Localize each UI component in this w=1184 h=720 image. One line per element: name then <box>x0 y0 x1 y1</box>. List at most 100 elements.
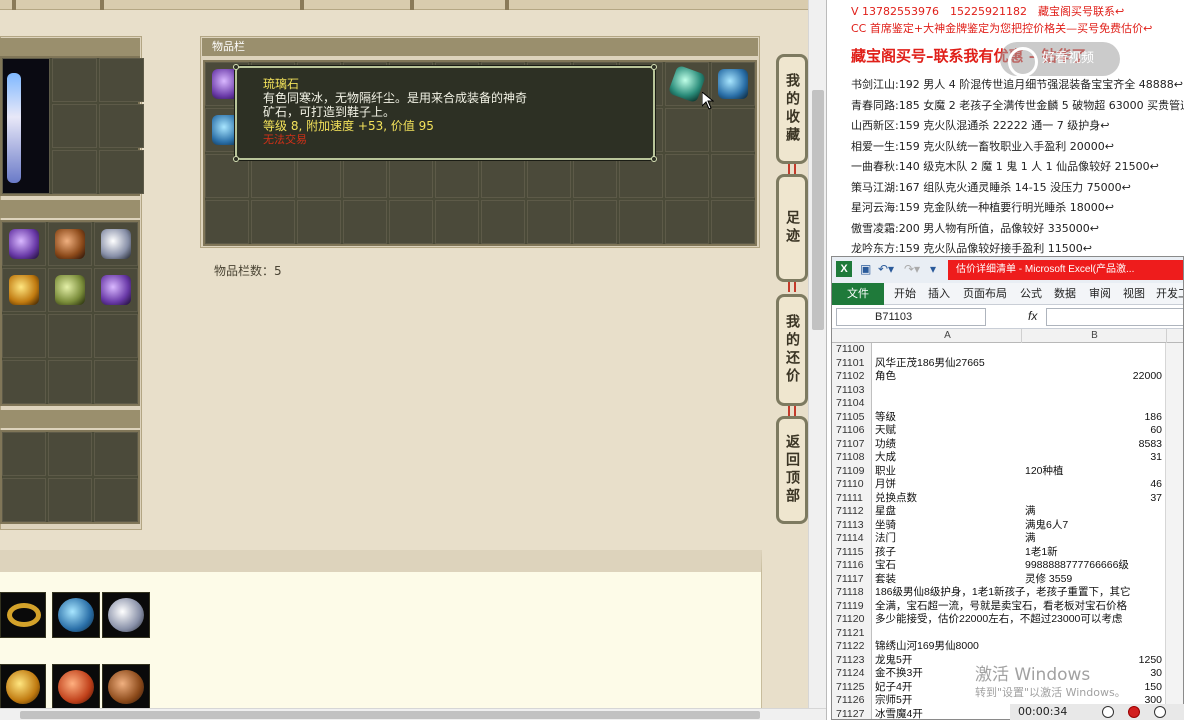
sheet-row[interactable]: 71103 <box>832 383 1183 397</box>
sheet-row[interactable]: 71119 全满，宝石超一流，号就是卖宝石，看老板对宝石价格 <box>832 599 1183 614</box>
equip-slot[interactable] <box>52 58 97 102</box>
sheet-row[interactable]: 71100 <box>832 343 1183 357</box>
inventory-slot[interactable] <box>619 200 663 244</box>
page-vertical-scrollbar[interactable] <box>808 0 826 708</box>
inventory-slot[interactable] <box>711 200 755 244</box>
name-box[interactable]: B71103 <box>836 308 986 326</box>
equip-slot[interactable] <box>2 478 46 522</box>
cell-b-text[interactable]: 满 <box>1025 505 1036 519</box>
helmet-icon[interactable] <box>2 268 46 312</box>
row-number[interactable]: 71112 <box>832 505 872 519</box>
undo-icon[interactable]: ↶▾ <box>878 262 894 276</box>
equip-slot[interactable] <box>99 104 144 148</box>
cell-b-number[interactable]: 31 <box>1150 451 1162 465</box>
row-number[interactable]: 71111 <box>832 491 872 505</box>
equip-slot[interactable] <box>52 150 97 194</box>
equip-slot[interactable] <box>2 360 46 404</box>
my-favorites-button[interactable]: 我的收藏 <box>776 54 808 164</box>
row-number[interactable]: 71127 <box>832 707 872 719</box>
inventory-slot[interactable] <box>711 154 755 198</box>
row-number[interactable]: 71109 <box>832 464 872 478</box>
fx-icon[interactable]: fx <box>1028 309 1037 323</box>
inventory-slot[interactable] <box>251 154 295 198</box>
cell-b-number[interactable]: 8583 <box>1139 438 1162 452</box>
equip-slot[interactable] <box>2 432 46 476</box>
sheet-row[interactable]: 71113 坐骑 满鬼6人7 <box>832 518 1183 533</box>
cell-b-number[interactable]: 30 <box>1150 667 1162 681</box>
row-number[interactable]: 71108 <box>832 451 872 465</box>
equip-slot[interactable] <box>94 432 138 476</box>
cell-a[interactable]: 宗师5开 <box>875 694 912 708</box>
row-number[interactable]: 71125 <box>832 680 872 694</box>
cell-b-text[interactable]: 9988888777766666级 <box>1025 559 1129 573</box>
sheet-row[interactable]: 71118 186级男仙8级护身，1老1新孩子，老孩子重置下，其它 <box>832 586 1183 600</box>
sheet-vertical-scrollbar[interactable] <box>1165 343 1183 719</box>
inventory-slot[interactable] <box>481 200 525 244</box>
tab-home[interactable]: 开始 <box>894 285 916 301</box>
cell-b-text[interactable]: 满鬼6人7 <box>1025 519 1068 533</box>
row-number[interactable]: 71116 <box>832 559 872 573</box>
row-number[interactable]: 71113 <box>832 518 872 532</box>
sheet-row[interactable]: 71108 大成 31 <box>832 451 1183 465</box>
sheet-row[interactable]: 71104 <box>832 397 1183 411</box>
cell-a[interactable]: 冰雪魔4开 <box>875 708 923 720</box>
inventory-slot[interactable] <box>205 200 249 244</box>
row-number[interactable]: 71100 <box>832 343 872 357</box>
gold-armor-icon[interactable] <box>0 664 46 710</box>
cell-a[interactable]: 风华正茂186男仙27665 <box>875 357 985 371</box>
column-b-header[interactable]: B <box>1023 329 1167 343</box>
record-icon[interactable] <box>1128 706 1140 718</box>
sheet-row[interactable]: 71110 月饼 46 <box>832 478 1183 492</box>
tab-page-layout[interactable]: 页面布局 <box>963 285 1007 301</box>
cell-b-number[interactable]: 1250 <box>1139 654 1162 668</box>
inventory-slot[interactable] <box>297 154 341 198</box>
sheet-row[interactable]: 71101 风华正茂186男仙27665 <box>832 356 1183 371</box>
row-number[interactable]: 71119 <box>832 599 872 613</box>
equip-slot[interactable] <box>94 478 138 522</box>
tab-file[interactable]: 文件 <box>832 283 884 305</box>
sheet-row[interactable]: 71112 星盘 满 <box>832 505 1183 519</box>
cell-a[interactable]: 妃子4开 <box>875 681 912 695</box>
row-number[interactable]: 71117 <box>832 572 872 586</box>
row-number[interactable]: 71103 <box>832 383 872 397</box>
column-a-header[interactable]: A <box>874 329 1022 343</box>
cell-a[interactable]: 全满，宝石超一流，号就是卖宝石，看老板对宝石价格 <box>875 600 1127 614</box>
cell-a[interactable]: 法门 <box>875 532 896 546</box>
row-number[interactable]: 71115 <box>832 545 872 559</box>
cell-b-text[interactable]: 120种植 <box>1025 465 1064 479</box>
pause-icon[interactable] <box>1102 706 1114 718</box>
cell-a[interactable]: 坐骑 <box>875 519 896 533</box>
cell-a[interactable]: 龙鬼5开 <box>875 654 912 668</box>
orb-icon[interactable] <box>52 664 100 710</box>
cell-a[interactable]: 大成 <box>875 451 896 465</box>
cell-b-number[interactable]: 186 <box>1144 411 1162 425</box>
inventory-slot[interactable] <box>435 154 479 198</box>
inventory-slot[interactable] <box>665 108 709 152</box>
inventory-slot[interactable] <box>435 200 479 244</box>
sheet-row[interactable]: 71105 等级 186 <box>832 410 1183 425</box>
cell-b-number[interactable]: 46 <box>1150 478 1162 492</box>
back-to-top-button[interactable]: 返回顶部 <box>776 416 808 524</box>
sheet-row[interactable]: 71121 <box>832 626 1183 640</box>
sheet-row[interactable]: 71115 孩子 1老1新 <box>832 545 1183 559</box>
cell-a[interactable]: 角色 <box>875 370 896 384</box>
row-number[interactable]: 71102 <box>832 370 872 384</box>
settings-icon[interactable] <box>1154 706 1166 718</box>
row-number[interactable]: 71105 <box>832 410 872 424</box>
cell-a[interactable]: 锦绣山河169男仙8000 <box>875 640 979 654</box>
row-number[interactable]: 71118 <box>832 586 872 600</box>
cell-a[interactable]: 月饼 <box>875 478 896 492</box>
row-number[interactable]: 71114 <box>832 532 872 546</box>
tab-developer[interactable]: 开发工 <box>1156 285 1183 301</box>
footprints-button[interactable]: 足迹 <box>776 174 808 282</box>
ring-icon[interactable] <box>0 592 46 638</box>
inventory-slot[interactable] <box>527 200 571 244</box>
blue-armor-icon[interactable] <box>52 592 100 638</box>
row-number[interactable]: 71106 <box>832 424 872 438</box>
inventory-slot[interactable] <box>711 108 755 152</box>
cell-a[interactable]: 186级男仙8级护身，1老1新孩子，老孩子重置下，其它 <box>875 586 1131 600</box>
inventory-slot[interactable] <box>297 200 341 244</box>
inventory-slot[interactable] <box>343 154 387 198</box>
row-number[interactable]: 71126 <box>832 694 872 708</box>
sheet-row[interactable]: 71106 天赋 60 <box>832 424 1183 438</box>
